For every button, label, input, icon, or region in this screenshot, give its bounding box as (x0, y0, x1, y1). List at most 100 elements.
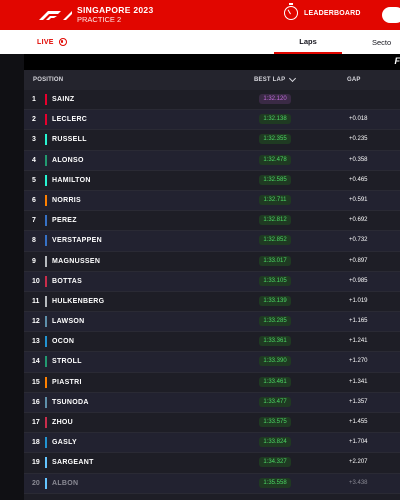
table-row[interactable]: 2 LECLERC 1:32.138 +0.018 (24, 110, 400, 131)
table-row[interactable]: 13 OCON 1:33.361 +1.241 (24, 332, 400, 353)
team-color-bar (45, 376, 47, 388)
table-row[interactable]: 10 BOTTAS 1:33.105 +0.985 (24, 271, 400, 292)
gap-value: +1.357 (349, 398, 368, 405)
table-row[interactable]: 1 SAINZ 1:32.120 (24, 90, 400, 111)
table-row[interactable]: 4 ALONSO 1:32.478 +0.358 (24, 150, 400, 171)
tab-laps[interactable]: Laps (274, 30, 342, 54)
driver-name: HULKENBERG (52, 297, 105, 305)
gap-value: +0.692 (349, 217, 368, 224)
position-number: 3 (32, 136, 36, 144)
gap-value: +0.235 (349, 136, 368, 143)
position-number: 6 (32, 196, 36, 204)
driver-name: SARGEANT (52, 459, 94, 467)
team-color-bar (45, 255, 47, 267)
team-color-bar (45, 174, 47, 186)
table-row[interactable]: 8 VERSTAPPEN 1:32.852 +0.732 (24, 231, 400, 252)
best-lap-time: 1:33.477 (259, 396, 291, 407)
gap-value: +0.985 (349, 277, 368, 284)
driver-name: LECLERC (52, 116, 88, 124)
team-color-bar (45, 316, 47, 328)
position-number: 9 (32, 257, 36, 265)
logo-fragment: F (394, 56, 400, 66)
gap-value: +0.018 (349, 116, 368, 123)
gap-value: +0.732 (349, 237, 368, 244)
best-lap-header[interactable]: BEST LAP (254, 74, 297, 83)
tab-bar: LIVE Laps Secto (0, 30, 400, 54)
team-color-bar (45, 336, 47, 348)
table-row[interactable]: 3 RUSSELL 1:32.355 +0.235 (24, 130, 400, 151)
position-number: 4 (32, 156, 36, 164)
position-number: 17 (32, 419, 40, 426)
driver-name: STROLL (52, 358, 82, 366)
table-row[interactable]: 6 NORRIS 1:32.711 +0.591 (24, 190, 400, 212)
team-color-bar (45, 235, 47, 247)
team-color-bar (45, 94, 47, 105)
driver-name: LAWSON (52, 318, 85, 326)
driver-name: HAMILTON (52, 176, 91, 184)
app: SINGAPORE 2023 PRACTICE 2 LEADERBOARD LI… (0, 0, 400, 500)
table-row[interactable]: 19 SARGEANT 1:34.327 +2.207 (24, 453, 400, 474)
best-lap-time: 1:33.390 (259, 356, 291, 367)
f1-logo (39, 11, 72, 20)
team-color-bar (45, 396, 47, 408)
gap-value: +0.358 (349, 156, 368, 163)
team-color-bar (45, 356, 47, 368)
gap-value: +1.019 (349, 297, 368, 304)
leaderboard-label: LEADERBOARD (304, 9, 361, 17)
left-panel-edge (0, 54, 24, 500)
table-row[interactable]: 7 PEREZ 1:32.812 +0.692 (24, 211, 400, 232)
table-row[interactable]: 9 MAGNUSSEN 1:33.017 +0.897 (24, 251, 400, 272)
chevron-down-icon (289, 74, 297, 83)
table-row[interactable]: 5 HAMILTON 1:32.585 +0.465 (24, 170, 400, 191)
gap-value: +1.455 (349, 419, 368, 425)
position-number: 8 (32, 237, 36, 245)
team-color-bar (45, 417, 47, 428)
best-lap-time: 1:33.575 (259, 417, 291, 427)
table-row[interactable]: 17 ZHOU 1:33.575 +1.455 (24, 413, 400, 434)
gap-value: +0.591 (349, 196, 368, 203)
gap-value: +1.165 (349, 318, 368, 325)
leaderboard-table: POSITION BEST LAP GAP 1 SAINZ 1:32.120 2 LEC… (24, 70, 400, 500)
leaderboard-button[interactable]: LEADERBOARD (284, 3, 361, 20)
table-row[interactable]: 14 STROLL 1:33.390 +1.270 (24, 352, 400, 373)
position-number: 14 (32, 358, 40, 366)
best-lap-time: 1:33.139 (259, 295, 291, 306)
best-lap-time: 1:32.478 (259, 154, 291, 165)
driver-name: OCON (52, 338, 75, 346)
table-body: 1 SAINZ 1:32.120 2 LECLERC 1:32.138 +0.018 3 RUS… (24, 90, 400, 494)
gap-value: +1.241 (349, 338, 368, 345)
team-color-bar (45, 154, 47, 166)
driver-name: BOTTAS (52, 277, 83, 285)
sub-header-strip: F (24, 54, 400, 70)
menu-button[interactable] (382, 7, 400, 23)
team-color-bar (45, 215, 47, 227)
table-row[interactable]: 15 PIASTRI 1:33.461 +1.341 (24, 372, 400, 393)
position-number: 11 (32, 297, 40, 305)
event-info: SINGAPORE 2023 PRACTICE 2 (77, 5, 153, 25)
table-row[interactable]: 11 HULKENBERG 1:33.139 +1.019 (24, 291, 400, 313)
gap-value: +0.897 (349, 257, 368, 264)
best-lap-time: 1:35.558 (259, 477, 291, 488)
table-header: POSITION BEST LAP GAP (24, 70, 400, 90)
live-label: LIVE (37, 38, 54, 46)
driver-name: PIASTRI (52, 378, 82, 386)
driver-name: TSUNODA (52, 398, 89, 406)
gap-value: +2.207 (349, 459, 368, 466)
table-row[interactable]: 18 GASLY 1:33.824 +1.704 (24, 433, 400, 454)
table-row[interactable]: 12 LAWSON 1:33.285 +1.165 (24, 312, 400, 333)
gap-header: GAP (347, 77, 361, 83)
gap-value: +0.465 (349, 176, 368, 183)
tab-sectors[interactable]: Secto (372, 30, 400, 54)
position-number: 12 (32, 318, 40, 326)
table-row[interactable]: 16 TSUNODA 1:33.477 +1.357 (24, 392, 400, 413)
best-lap-time: 1:33.461 (259, 376, 291, 387)
driver-name: ALBON (52, 479, 79, 487)
stopwatch-icon (284, 3, 298, 20)
team-color-bar (45, 437, 47, 449)
live-indicator[interactable]: LIVE (37, 38, 67, 46)
table-row[interactable]: 20 ALBON 1:35.558 +3.438 (24, 473, 400, 494)
position-number: 15 (32, 378, 40, 386)
position-number: 13 (32, 338, 40, 346)
best-lap-time: 1:32.852 (259, 235, 291, 246)
position-number: 18 (32, 439, 40, 447)
